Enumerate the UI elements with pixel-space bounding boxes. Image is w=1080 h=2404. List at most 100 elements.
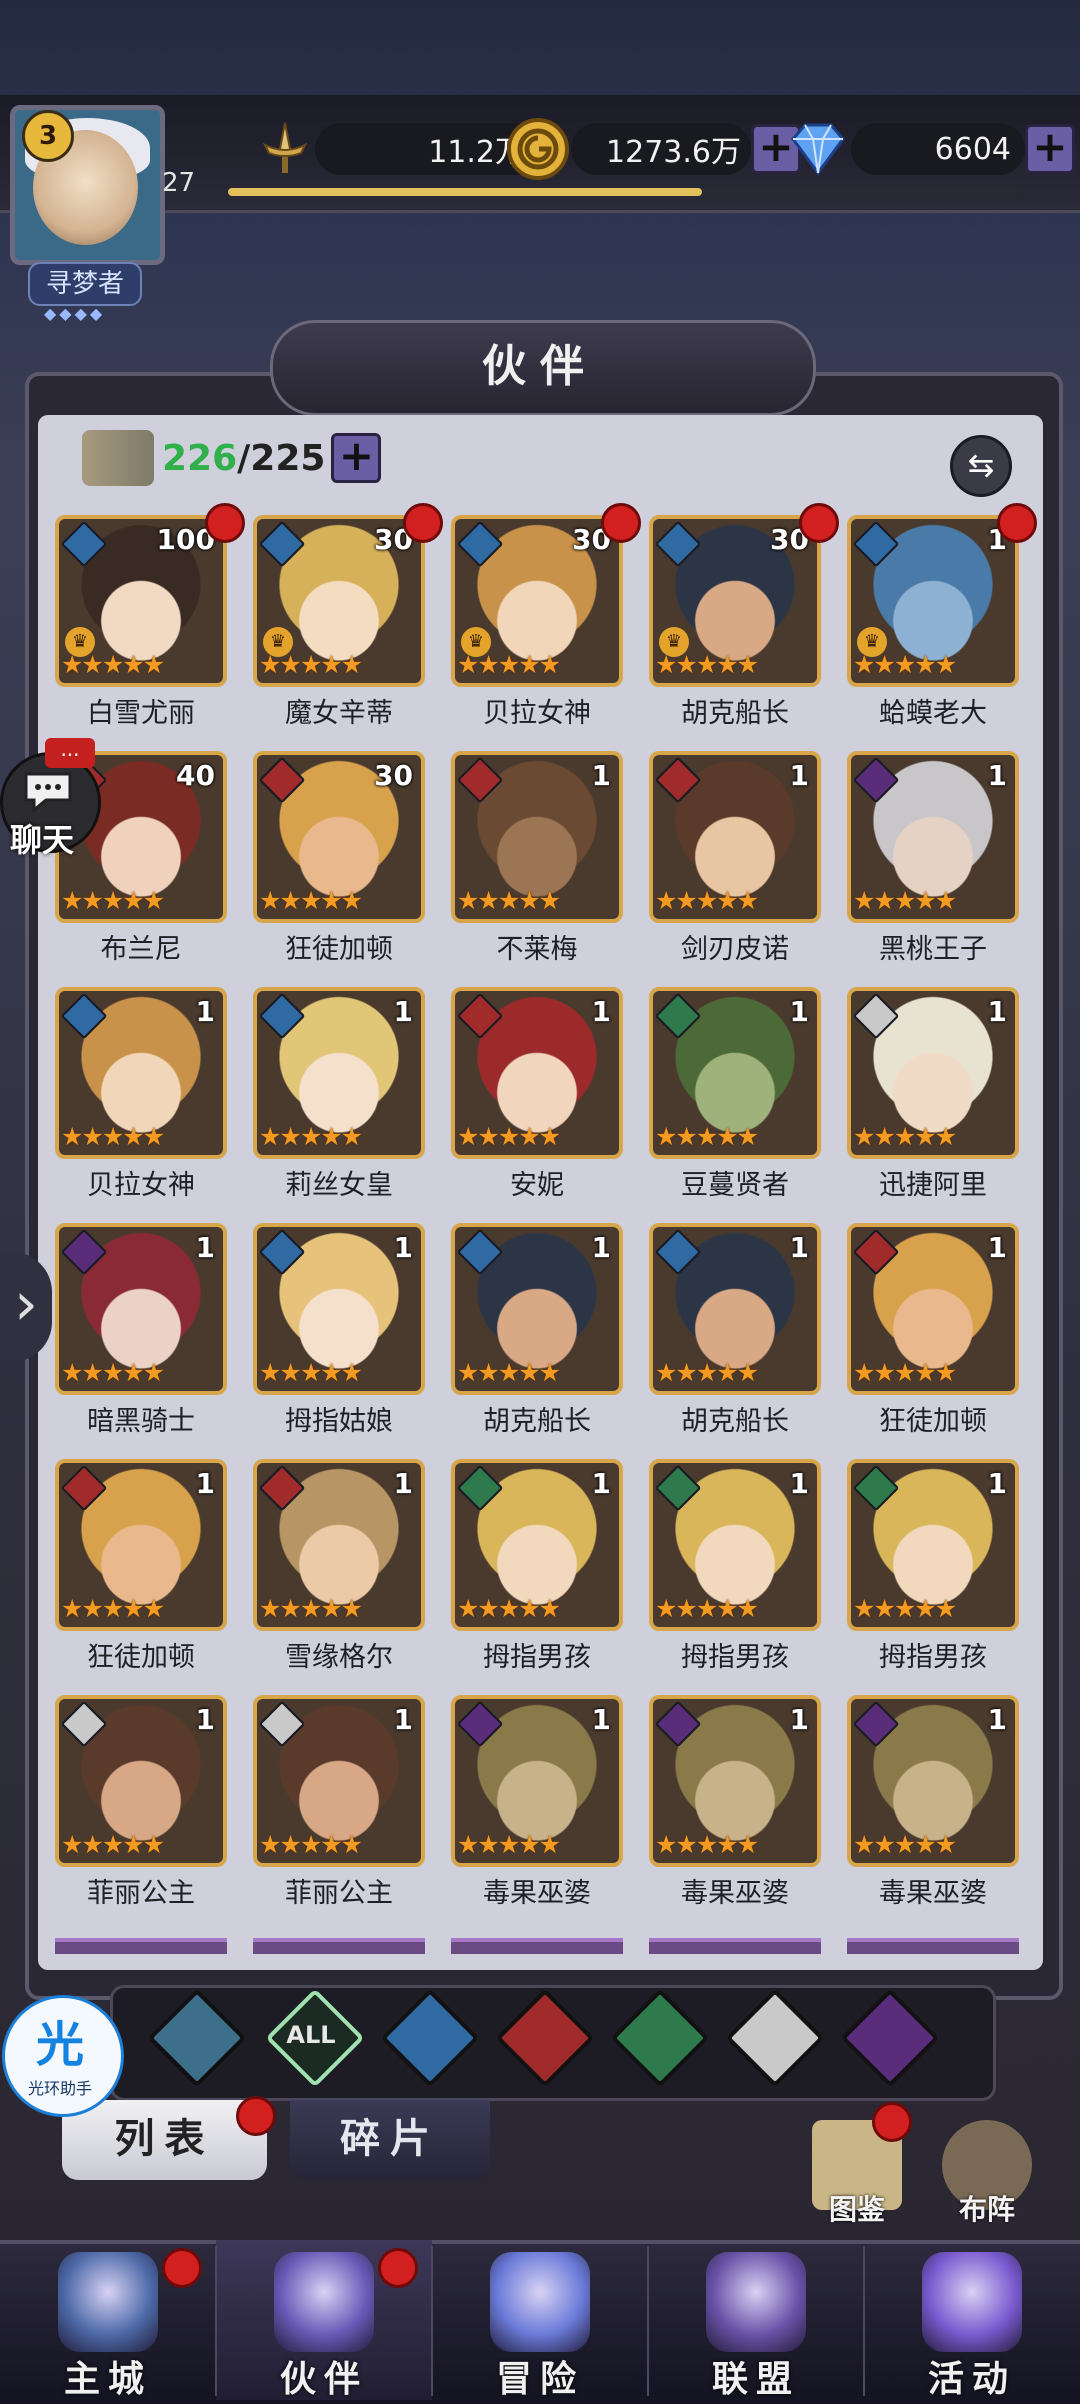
partner-card[interactable]: 30 ♛ ★★★★★ 胡克船长 — [649, 503, 839, 735]
tab-fragments[interactable]: 碎片 — [290, 2100, 490, 2180]
partner-portrait: 1 ★★★★★ — [55, 987, 227, 1159]
nav-item[interactable]: 伙伴 — [216, 2240, 432, 2400]
partner-card[interactable]: 1 ★★★★★ 黑桃王子 — [847, 751, 1019, 971]
star-rating: ★★★★★ — [655, 1830, 759, 1859]
avatar-level-badge: 3 — [22, 110, 74, 162]
helper-logo: 光 — [35, 2017, 84, 2073]
nav-icon — [922, 2252, 1022, 2352]
notification-dot — [997, 503, 1037, 543]
partner-portrait: 1 ★★★★★ — [253, 1695, 425, 1867]
partial-card — [451, 1938, 623, 1954]
codex-notification-dot — [872, 2102, 912, 2142]
star-rating: ★★★★★ — [853, 650, 957, 679]
partner-name: 暗黑骑士 — [87, 1406, 195, 1437]
partner-level: 1 — [195, 995, 215, 1028]
partner-card[interactable]: 30 ♛ ★★★★★ 贝拉女神 — [451, 503, 641, 735]
partner-card[interactable]: 1 ★★★★★ 拇指姑娘 — [253, 1223, 425, 1443]
codex-label: 图鉴 — [828, 2193, 885, 2226]
partner-name: 拇指姑娘 — [285, 1406, 393, 1437]
partner-card[interactable]: 1 ♛ ★★★★★ 蛤蟆老大 — [847, 503, 1037, 735]
nav-item[interactable]: 主城 — [0, 2240, 216, 2400]
nav-label: 活动 — [927, 2359, 1016, 2400]
partner-card[interactable]: 1 ★★★★★ 豆蔓贤者 — [649, 987, 821, 1207]
filter-all-label: ALL — [286, 2021, 336, 2049]
partner-card[interactable]: 100 ♛ ★★★★★ 白雪尤丽 — [55, 503, 245, 735]
partner-name: 毒果巫婆 — [681, 1878, 789, 1909]
partner-card[interactable]: 1 ★★★★★ 雪缘格尔 — [253, 1459, 425, 1679]
partner-card[interactable]: 1 ★★★★★ 迅捷阿里 — [847, 987, 1019, 1207]
partner-card[interactable]: 1 ★★★★★ 不莱梅 — [451, 751, 623, 971]
partner-portrait: 1 ★★★★★ — [451, 987, 623, 1159]
capacity-count: /225 — [237, 437, 326, 479]
nav-label: 冒险 — [495, 2359, 584, 2400]
partner-portrait: 1 ♛ ★★★★★ — [847, 515, 1019, 687]
chevron-right-icon[interactable]: › — [0, 1252, 52, 1362]
partner-portrait: 1 ★★★★★ — [847, 987, 1019, 1159]
partner-level: 1 — [393, 1703, 413, 1736]
partner-level: 1 — [591, 1231, 611, 1264]
nav-item[interactable]: 活动 — [864, 2240, 1080, 2400]
partner-card[interactable]: 1 ★★★★★ 拇指男孩 — [451, 1459, 623, 1679]
partner-card[interactable]: 1 ★★★★★ 菲丽公主 — [253, 1695, 425, 1915]
helper-label: 光环助手 — [27, 2079, 92, 2098]
partner-card[interactable]: 1 ★★★★★ 胡克船长 — [649, 1223, 821, 1443]
expand-capacity-button[interactable]: + — [331, 433, 382, 483]
partner-level: 1 — [987, 1467, 1007, 1500]
partner-level: 1 — [987, 1231, 1007, 1264]
tab-list-notification-dot — [236, 2096, 276, 2136]
star-rating: ★★★★★ — [457, 886, 561, 915]
partner-name: 毒果巫婆 — [483, 1878, 591, 1909]
partner-portrait: 30 ♛ ★★★★★ — [649, 515, 821, 687]
rank-dots: ◆◆◆◆ — [44, 304, 106, 323]
partner-portrait: 100 ♛ ★★★★★ — [55, 515, 227, 687]
star-rating: ★★★★★ — [853, 1122, 957, 1151]
partner-card[interactable]: 1 ★★★★★ 毒果巫婆 — [649, 1695, 821, 1915]
star-rating: ★★★★★ — [457, 650, 561, 679]
partner-card[interactable]: 1 ★★★★★ 剑刃皮诺 — [649, 751, 821, 971]
page-title: 伙伴 — [482, 341, 598, 392]
partner-card[interactable]: 1 ★★★★★ 莉丝女皇 — [253, 987, 425, 1207]
partner-portrait: 1 ★★★★★ — [649, 1223, 821, 1395]
gold-value: 1273.6万 — [571, 123, 751, 175]
partner-portrait: 1 ★★★★★ — [847, 1459, 1019, 1631]
partner-level: 1 — [393, 1231, 413, 1264]
nav-item[interactable]: 冒险 — [432, 2240, 648, 2400]
partner-portrait: 1 ★★★★★ — [451, 1695, 623, 1867]
partner-name: 胡克船长 — [681, 698, 789, 729]
star-rating: ★★★★★ — [259, 1594, 363, 1623]
partner-name: 不莱梅 — [496, 934, 578, 965]
partner-card[interactable]: 1 ★★★★★ 狂徒加顿 — [847, 1223, 1019, 1443]
partner-card[interactable]: 1 ★★★★★ 暗黑骑士 — [55, 1223, 227, 1443]
add-gems-button[interactable]: + — [1025, 124, 1075, 174]
nav-item[interactable]: 联盟 — [648, 2240, 864, 2400]
partner-name: 豆蔓贤者 — [681, 1170, 789, 1201]
partner-portrait: 1 ★★★★★ — [451, 1223, 623, 1395]
player-name[interactable]: 寻梦者 — [28, 262, 142, 306]
partner-level: 1 — [591, 759, 611, 792]
partner-card[interactable]: 1 ★★★★★ 安妮 — [451, 987, 623, 1207]
partner-card[interactable]: 1 ★★★★★ 胡克船长 — [451, 1223, 623, 1443]
partner-name: 贝拉女神 — [87, 1170, 195, 1201]
chat-icon — [24, 772, 72, 814]
nav-label: 伙伴 — [279, 2359, 368, 2400]
partner-card[interactable]: 30 ♛ ★★★★★ 魔女辛蒂 — [253, 503, 443, 735]
partner-card[interactable]: 1 ★★★★★ 拇指男孩 — [847, 1459, 1019, 1679]
star-rating: ★★★★★ — [457, 1358, 561, 1387]
partner-portrait: 1 ★★★★★ — [451, 751, 623, 923]
star-rating: ★★★★★ — [853, 886, 957, 915]
partner-card[interactable]: 1 ★★★★★ 毒果巫婆 — [451, 1695, 623, 1915]
partner-level: 1 — [195, 1231, 215, 1264]
star-rating: ★★★★★ — [61, 886, 165, 915]
star-rating: ★★★★★ — [61, 650, 165, 679]
partner-card[interactable]: 1 ★★★★★ 菲丽公主 — [55, 1695, 227, 1915]
partner-card[interactable]: 1 ★★★★★ 狂徒加顿 — [55, 1459, 227, 1679]
partner-card[interactable]: 1 ★★★★★ 贝拉女神 — [55, 987, 227, 1207]
partner-card[interactable]: 1 ★★★★★ 毒果巫婆 — [847, 1695, 1019, 1915]
partner-card[interactable]: 30 ★★★★★ 狂徒加顿 — [253, 751, 425, 971]
swap-sort-icon[interactable]: ⇆ — [950, 435, 1012, 497]
nav-icon — [490, 2252, 590, 2352]
partner-level: 40 — [176, 759, 215, 792]
exp-bar-fill — [228, 188, 702, 196]
partner-card[interactable]: 1 ★★★★★ 拇指男孩 — [649, 1459, 821, 1679]
partner-level: 1 — [591, 1703, 611, 1736]
